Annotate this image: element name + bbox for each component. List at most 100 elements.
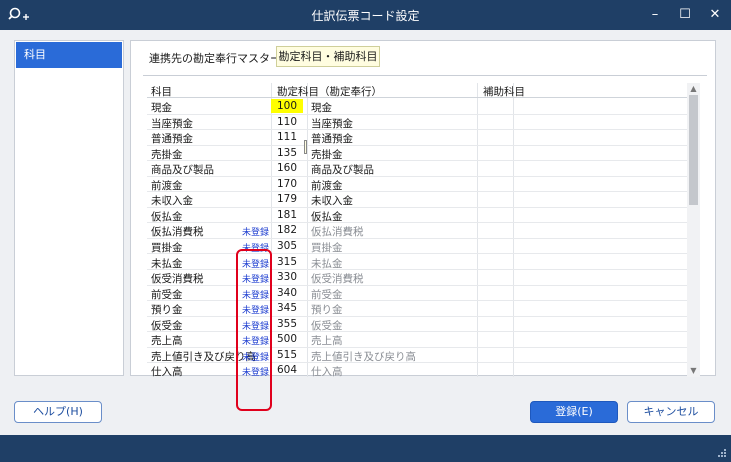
account-code-input[interactable]: 160 <box>277 162 297 174</box>
account-code-input[interactable]: 345 <box>277 302 297 314</box>
account-code-input[interactable]: 305 <box>277 240 297 252</box>
account-name: 未払金 <box>151 257 183 270</box>
sidebar: 科目 <box>14 40 124 376</box>
account-code-input[interactable]: 135 <box>277 147 297 159</box>
table-row[interactable]: 仮払金 181 仮払金 <box>147 208 687 224</box>
unregistered-badge: 未登録 <box>242 228 270 239</box>
kanjo-account-name: 未収入金 <box>311 195 353 208</box>
close-button[interactable]: ✕ <box>697 0 731 30</box>
kanjo-account-name: 仮払消費税 <box>311 226 364 239</box>
kanjo-account-name: 前受金 <box>311 288 343 301</box>
unregistered-badge: 未登録 <box>242 290 270 301</box>
unregistered-badge: 未登録 <box>242 243 270 254</box>
vertical-scrollbar[interactable]: ▲ ▼ <box>687 83 700 377</box>
kanjo-account-name: 現金 <box>311 102 332 114</box>
table-row[interactable]: 未払金 未登録 315 未払金 <box>147 255 687 270</box>
account-name: 仮受消費税 <box>151 273 204 286</box>
table-row[interactable]: 仮受金 未登録 355 仮受金 <box>147 317 687 333</box>
table-row[interactable]: 商品及び製品 160 商品及び製品 <box>147 161 687 177</box>
account-code-input[interactable]: 182 <box>277 224 297 236</box>
table-row[interactable]: 仮払消費税 未登録 182 仮払消費税 <box>147 223 687 239</box>
kanjo-account-name: 仮受金 <box>311 319 343 332</box>
account-code-input[interactable]: 330 <box>277 271 297 283</box>
kanjo-account-name: 預り金 <box>311 304 343 317</box>
main-panel: 連携先の勘定奉行マスター 勘定科目・補助科目 科目 勘定科目（勘定奉行） 補助科… <box>130 40 716 377</box>
kanjo-account-name: 未払金 <box>311 257 343 270</box>
header-account: 科目 <box>151 86 172 98</box>
scroll-up-icon[interactable]: ▲ <box>687 83 700 95</box>
account-name: 当座預金 <box>151 117 193 130</box>
account-code-input[interactable]: 340 <box>277 287 297 299</box>
help-button[interactable]: ヘルプ(H) <box>14 401 102 423</box>
account-code-input[interactable]: 515 <box>277 349 297 361</box>
account-code-input[interactable]: 110 <box>277 116 297 128</box>
table-row[interactable]: 普通預金 111 普通預金 <box>147 130 687 146</box>
table-row[interactable]: 当座預金 110 当座預金 <box>147 115 687 131</box>
table-row[interactable]: 仕入高 未登録 604 仕入高 <box>147 363 687 377</box>
kanjo-account-name: 買掛金 <box>311 241 343 254</box>
account-table: 科目 勘定科目（勘定奉行） 補助科目 現金 100 現金 当座預金 110 当座預金 普通預… <box>147 83 687 377</box>
account-code-input[interactable]: 100 <box>271 99 303 113</box>
table-row[interactable]: 仮受消費税 未登録 330 仮受消費税 <box>147 270 687 286</box>
account-code-input[interactable]: 604 <box>277 364 297 376</box>
account-name: 預り金 <box>151 304 183 317</box>
account-name: 売上値引き及び戻り高 <box>151 350 256 363</box>
account-code-input[interactable]: 181 <box>277 209 297 221</box>
unregistered-badge: 未登録 <box>242 337 270 348</box>
unregistered-badge: 未登録 <box>242 306 270 317</box>
kanjo-account-name: 売上高 <box>311 335 343 348</box>
table-row[interactable]: 売上値引き及び戻り高 未登録 515 売上値引き及び戻り高 <box>147 348 687 364</box>
account-name: 商品及び製品 <box>151 164 214 177</box>
table-row[interactable]: 売掛金 135 売掛金 <box>147 146 687 162</box>
table-header: 科目 勘定科目（勘定奉行） 補助科目 <box>147 83 687 98</box>
unregistered-badge: 未登録 <box>242 275 270 286</box>
dialog-body: 科目 連携先の勘定奉行マスター 勘定科目・補助科目 科目 勘定科目（勘定奉行） … <box>0 30 731 435</box>
account-code-input[interactable]: 355 <box>277 318 297 330</box>
scroll-down-icon[interactable]: ▼ <box>687 365 700 377</box>
master-value: 勘定科目・補助科目 <box>276 46 380 67</box>
account-name: 仮払金 <box>151 210 183 223</box>
unregistered-badge: 未登録 <box>242 352 270 363</box>
kanjo-account-name: 売上値引き及び戻り高 <box>311 350 416 363</box>
account-code-input[interactable]: 170 <box>277 178 297 190</box>
account-name: 前受金 <box>151 288 183 301</box>
account-code-input[interactable]: 179 <box>277 193 297 205</box>
table-row[interactable]: 預り金 未登録 345 預り金 <box>147 301 687 317</box>
account-code-input[interactable]: 315 <box>277 256 297 268</box>
account-code-input[interactable]: 111 <box>277 131 297 143</box>
account-name: 売掛金 <box>151 148 183 161</box>
resize-grip-icon[interactable] <box>717 448 727 458</box>
register-button[interactable]: 登録(E) <box>530 401 618 423</box>
table-row[interactable]: 買掛金 未登録 305 買掛金 <box>147 239 687 255</box>
account-code-input[interactable]: 500 <box>277 333 297 345</box>
kanjo-account-name: 仮払金 <box>311 210 343 223</box>
header-kanjo: 勘定科目（勘定奉行） <box>277 86 382 98</box>
text-caret <box>304 140 307 154</box>
status-bar <box>0 435 731 462</box>
kanjo-account-name: 仮受消費税 <box>311 273 364 286</box>
kanjo-account-name: 商品及び製品 <box>311 164 374 177</box>
scroll-thumb[interactable] <box>689 95 698 205</box>
unregistered-badge: 未登録 <box>242 259 270 270</box>
kanjo-account-name: 仕入高 <box>311 366 343 377</box>
account-name: 普通預金 <box>151 133 193 146</box>
account-name: 仮払消費税 <box>151 226 204 239</box>
account-name: 現金 <box>151 102 172 114</box>
sidebar-item-account[interactable]: 科目 <box>16 42 122 68</box>
unregistered-badge: 未登録 <box>242 321 270 332</box>
kanjo-account-name: 普通預金 <box>311 133 353 146</box>
table-row[interactable]: 前渡金 170 前渡金 <box>147 177 687 193</box>
kanjo-account-name: 売掛金 <box>311 148 343 161</box>
table-row[interactable]: 現金 100 現金 <box>147 99 687 115</box>
title-bar: 仕訳伝票コード設定 – ☐ ✕ <box>0 0 731 30</box>
account-name: 前渡金 <box>151 179 183 192</box>
kanjo-account-name: 前渡金 <box>311 179 343 192</box>
table-row[interactable]: 未収入金 179 未収入金 <box>147 192 687 208</box>
table-row[interactable]: 売上高 未登録 500 売上高 <box>147 332 687 348</box>
cancel-button[interactable]: キャンセル <box>627 401 715 423</box>
table-row[interactable]: 前受金 未登録 340 前受金 <box>147 286 687 302</box>
window-title: 仕訳伝票コード設定 <box>311 9 420 23</box>
kanjo-account-name: 当座預金 <box>311 117 353 130</box>
master-label: 連携先の勘定奉行マスター <box>149 52 281 65</box>
header-hojo: 補助科目 <box>483 86 525 98</box>
